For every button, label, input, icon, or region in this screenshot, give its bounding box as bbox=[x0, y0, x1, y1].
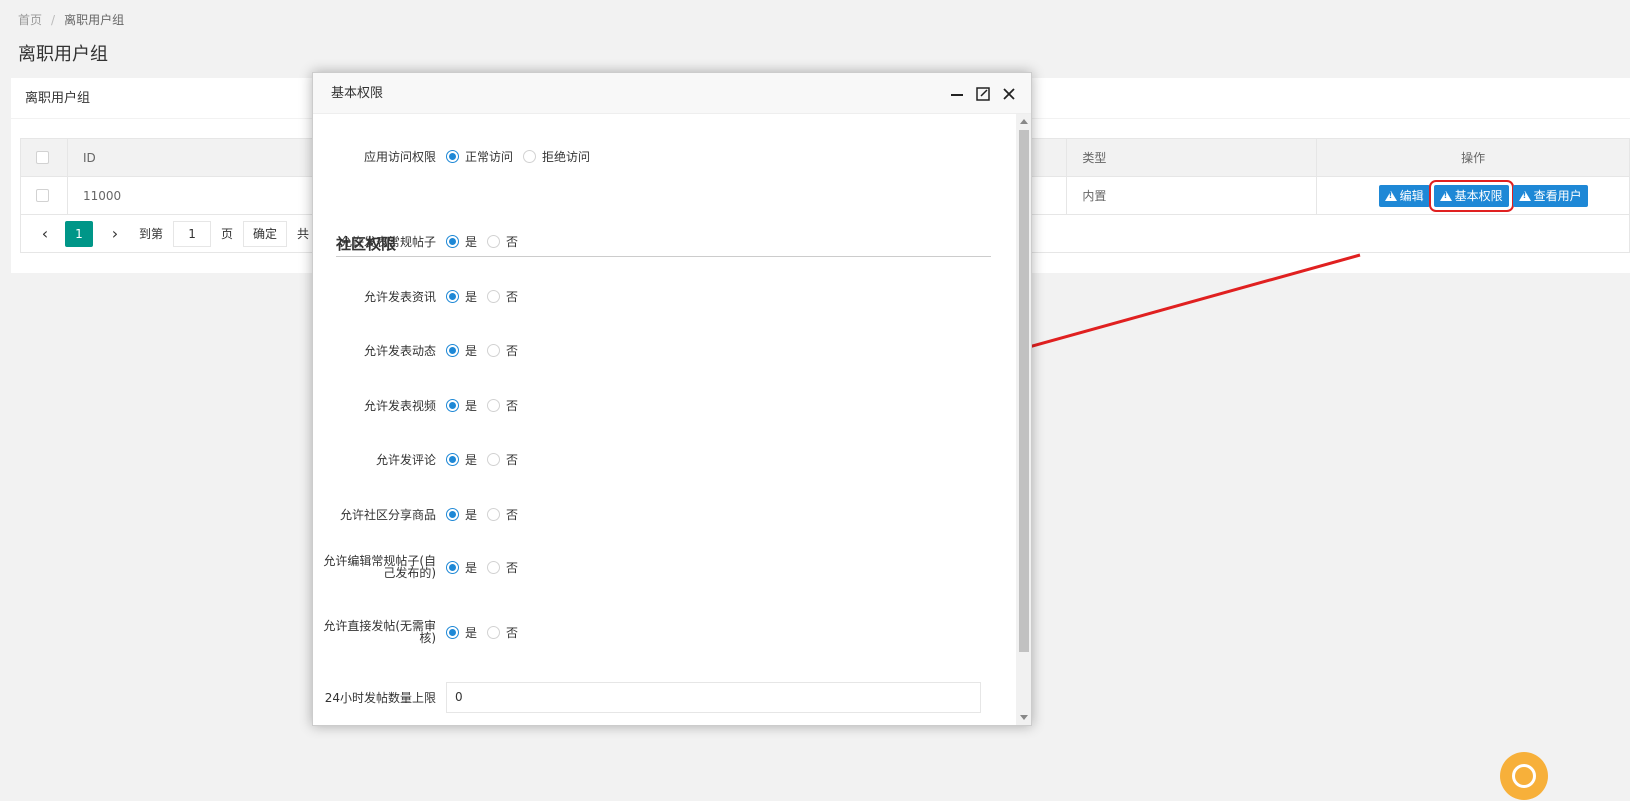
perm-no-radio[interactable]: 否 bbox=[487, 624, 518, 641]
perm-label: 允许直接发帖(无需审核) bbox=[323, 619, 436, 645]
current-page[interactable]: 1 bbox=[65, 220, 93, 247]
perm-yes-radio[interactable]: 是 bbox=[446, 624, 477, 641]
select-all-checkbox[interactable] bbox=[36, 151, 49, 164]
row-checkbox[interactable] bbox=[36, 189, 49, 202]
view-users-button[interactable]: 查看用户 bbox=[1512, 184, 1588, 207]
perm-label: 允许发表资讯 bbox=[363, 289, 436, 304]
perm-no-radio[interactable]: 否 bbox=[487, 397, 518, 414]
basic-permission-button[interactable]: 基本权限 bbox=[1428, 179, 1514, 212]
breadcrumb-home[interactable]: 首页 bbox=[18, 13, 42, 27]
breadcrumb-current: 离职用户组 bbox=[64, 13, 125, 27]
perm-label: 允许社区分享商品 bbox=[339, 507, 436, 522]
perm-row: 允许发表资讯 是 否 bbox=[313, 288, 1003, 305]
perm-label: 允许发表常规帖子 bbox=[339, 234, 436, 249]
confirm-button[interactable]: 确定 bbox=[243, 220, 288, 247]
perm-yes-radio[interactable]: 是 bbox=[446, 288, 477, 305]
perm-label: 允许编辑常规帖子(自己发布的) bbox=[323, 554, 436, 580]
floating-help-button[interactable] bbox=[1500, 752, 1548, 800]
basic-permission-dialog: 基本权限 应用访问权限 正常访问 拒绝访问 社区权限 允许发表常规帖子 是 否 … bbox=[312, 72, 1032, 726]
warning-icon bbox=[1518, 190, 1531, 201]
scroll-thumb[interactable] bbox=[1019, 130, 1029, 652]
prev-page-icon[interactable]: ‹ bbox=[35, 224, 55, 243]
goto-suffix: 页 bbox=[221, 227, 234, 241]
dialog-header: 基本权限 bbox=[313, 73, 1031, 114]
post-limit-label: 24小时发帖数量上限 bbox=[324, 690, 436, 705]
cell-actions: 编辑 基本权限 查看用户 bbox=[1317, 177, 1630, 214]
perm-row: 允许直接发帖(无需审核) 是 否 bbox=[313, 620, 1003, 644]
perm-no-radio[interactable]: 否 bbox=[487, 506, 518, 523]
perm-label: 允许发评论 bbox=[375, 452, 436, 467]
maximize-icon[interactable] bbox=[975, 86, 991, 102]
perm-label: 允许发表动态 bbox=[363, 343, 436, 358]
perm-yes-radio[interactable]: 是 bbox=[446, 397, 477, 414]
page-title: 离职用户组 bbox=[18, 44, 108, 65]
perm-yes-radio[interactable]: 是 bbox=[446, 506, 477, 523]
perm-row: 允许发表常规帖子 是 否 bbox=[313, 233, 1003, 250]
perm-row: 允许发评论 是 否 bbox=[313, 451, 1003, 468]
dialog-body: 应用访问权限 正常访问 拒绝访问 社区权限 允许发表常规帖子 是 否 允许发表资… bbox=[313, 114, 1016, 725]
perm-yes-radio[interactable]: 是 bbox=[446, 233, 477, 250]
close-icon[interactable] bbox=[1001, 86, 1017, 102]
perm-row: 允许发表视频 是 否 bbox=[313, 397, 1003, 414]
next-page-icon[interactable]: › bbox=[105, 224, 125, 243]
perm-no-radio[interactable]: 否 bbox=[487, 559, 518, 576]
dialog-title: 基本权限 bbox=[331, 86, 384, 101]
perm-row: 允许社区分享商品 是 否 bbox=[313, 506, 1003, 523]
app-access-deny[interactable]: 拒绝访问 bbox=[523, 148, 590, 165]
edit-button[interactable]: 编辑 bbox=[1378, 184, 1430, 207]
cell-type: 内置 bbox=[1067, 177, 1318, 214]
dialog-scrollbar[interactable] bbox=[1016, 114, 1031, 725]
breadcrumb: 首页 / 离职用户组 bbox=[18, 11, 124, 28]
app-access-label: 应用访问权限 bbox=[363, 149, 436, 164]
perm-no-radio[interactable]: 否 bbox=[487, 342, 518, 359]
perm-no-radio[interactable]: 否 bbox=[487, 233, 518, 250]
breadcrumb-separator: / bbox=[51, 13, 56, 27]
perm-label: 允许发表视频 bbox=[363, 398, 436, 413]
minimize-icon[interactable] bbox=[949, 86, 965, 102]
app-access-row: 应用访问权限 正常访问 拒绝访问 bbox=[313, 148, 1003, 165]
perm-row: 允许发表动态 是 否 bbox=[313, 342, 1003, 359]
perm-no-radio[interactable]: 否 bbox=[487, 288, 518, 305]
perm-row: 允许编辑常规帖子(自己发布的) 是 否 bbox=[313, 555, 1003, 579]
page-input[interactable]: 1 bbox=[173, 220, 212, 247]
app-access-normal[interactable]: 正常访问 bbox=[446, 148, 513, 165]
perm-yes-radio[interactable]: 是 bbox=[446, 559, 477, 576]
perm-no-radio[interactable]: 否 bbox=[487, 451, 518, 468]
scroll-down-icon[interactable] bbox=[1020, 715, 1028, 720]
post-limit-input[interactable]: 0 bbox=[446, 682, 981, 713]
header-actions: 操作 bbox=[1317, 139, 1630, 176]
warning-icon bbox=[1439, 190, 1452, 201]
scroll-up-icon[interactable] bbox=[1020, 119, 1028, 124]
post-limit-row: 24小时发帖数量上限 0 bbox=[313, 682, 1003, 713]
perm-yes-radio[interactable]: 是 bbox=[446, 451, 477, 468]
header-type: 类型 bbox=[1067, 139, 1318, 176]
warning-icon bbox=[1384, 190, 1397, 201]
perm-yes-radio[interactable]: 是 bbox=[446, 342, 477, 359]
goto-prefix: 到第 bbox=[139, 227, 164, 241]
